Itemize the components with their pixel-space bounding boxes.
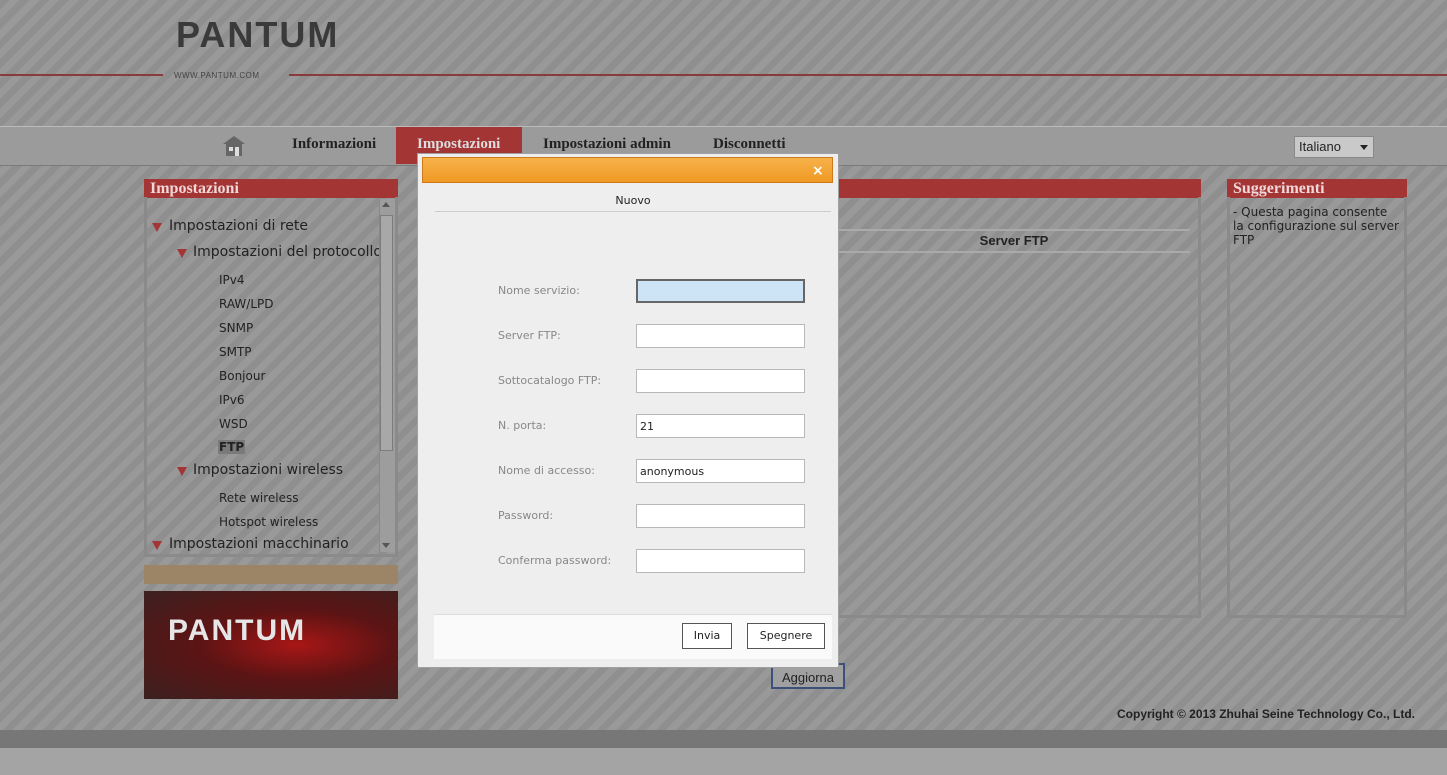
tree-machine[interactable]: Impostazioni macchinario bbox=[169, 536, 349, 552]
tree-item-snmp[interactable]: SNMP bbox=[219, 321, 253, 335]
tree-item-hotspot-wireless[interactable]: Hotspot wireless bbox=[219, 515, 318, 529]
language-select-value: Italiano bbox=[1299, 139, 1341, 154]
password-input[interactable] bbox=[636, 504, 805, 528]
center-panel-title-bar bbox=[835, 179, 1201, 198]
nav-disconnetti[interactable]: Disconnetti bbox=[713, 136, 786, 153]
nome-servizio-input[interactable] bbox=[636, 279, 805, 303]
tree-item-ipv6[interactable]: IPv6 bbox=[219, 393, 245, 407]
nav-impostazioni[interactable]: Impostazioni bbox=[417, 136, 500, 153]
expand-triangle-icon[interactable] bbox=[152, 223, 162, 232]
tips-text: - Questa pagina consente la configurazio… bbox=[1233, 205, 1399, 247]
ftp-server-panel bbox=[835, 197, 1201, 618]
new-ftp-dialog bbox=[417, 153, 839, 668]
label-password: Password: bbox=[498, 509, 554, 522]
tree-item-ftp[interactable]: FTP bbox=[218, 440, 246, 454]
close-icon[interactable]: × bbox=[812, 163, 824, 179]
expand-triangle-icon[interactable] bbox=[177, 249, 187, 258]
footer-bottom bbox=[0, 748, 1447, 775]
tree-scroll-thumb[interactable] bbox=[380, 215, 393, 451]
chevron-down-icon bbox=[1360, 145, 1368, 150]
tree-network[interactable]: Impostazioni di rete bbox=[169, 218, 308, 234]
left-divider-bar bbox=[144, 565, 398, 584]
sottocatalogo-input[interactable] bbox=[636, 369, 805, 393]
label-conferma-password: Conferma password: bbox=[498, 554, 612, 567]
tree-item-rawlpd[interactable]: RAW/LPD bbox=[219, 297, 273, 311]
label-porta: N. porta: bbox=[498, 419, 547, 432]
tree-item-rete-wireless[interactable]: Rete wireless bbox=[219, 491, 299, 505]
server-ftp-input[interactable] bbox=[636, 324, 805, 348]
server-ftp-column-header: Server FTP bbox=[838, 229, 1190, 253]
home-icon[interactable] bbox=[222, 135, 246, 157]
header-divider-right bbox=[289, 74, 1447, 76]
tips-title: Suggerimenti bbox=[1227, 179, 1407, 198]
cancel-button[interactable]: Spegnere bbox=[747, 623, 825, 649]
tab-nuovo: Nuovo bbox=[435, 194, 831, 212]
tree-item-ipv4[interactable]: IPv4 bbox=[219, 273, 245, 287]
tree-wireless[interactable]: Impostazioni wireless bbox=[193, 462, 343, 478]
tips-panel bbox=[1227, 197, 1407, 618]
conferma-password-input[interactable] bbox=[636, 549, 805, 573]
left-panel-title: Impostazioni bbox=[144, 179, 398, 198]
language-select[interactable]: Italiano bbox=[1294, 136, 1374, 158]
pantum-logo: PANTUM bbox=[176, 14, 340, 55]
dialog-titlebar[interactable] bbox=[422, 157, 833, 183]
copyright: Copyright © 2013 Zhuhai Seine Technology… bbox=[1117, 707, 1415, 721]
nav-informazioni[interactable]: Informazioni bbox=[292, 136, 376, 153]
label-nome-accesso: Nome di accesso: bbox=[498, 464, 595, 477]
logo-url: WWW.PANTUM.COM bbox=[174, 71, 260, 80]
label-nome-servizio: Nome servizio: bbox=[498, 284, 580, 297]
label-server-ftp: Server FTP: bbox=[498, 329, 561, 342]
scroll-down-icon[interactable] bbox=[382, 543, 390, 548]
tree-item-bonjour[interactable]: Bonjour bbox=[219, 369, 265, 383]
expand-triangle-icon[interactable] bbox=[177, 467, 187, 476]
label-sottocatalogo: Sottocatalogo FTP: bbox=[498, 374, 602, 387]
scroll-up-icon[interactable] bbox=[382, 202, 390, 207]
footer-bar bbox=[0, 730, 1447, 748]
submit-button[interactable]: Invia bbox=[682, 623, 732, 649]
nome-accesso-input[interactable] bbox=[636, 459, 805, 483]
tree-protocol[interactable]: Impostazioni del protocollo bbox=[193, 244, 382, 260]
header-divider-left bbox=[0, 74, 163, 76]
nav-impostazioni-admin[interactable]: Impostazioni admin bbox=[543, 136, 671, 153]
expand-triangle-icon[interactable] bbox=[152, 541, 162, 550]
porta-input[interactable] bbox=[636, 414, 805, 438]
banner-logo: PANTUM bbox=[168, 614, 307, 647]
tree-item-smtp[interactable]: SMTP bbox=[219, 345, 252, 359]
tree-item-wsd[interactable]: WSD bbox=[219, 417, 248, 431]
